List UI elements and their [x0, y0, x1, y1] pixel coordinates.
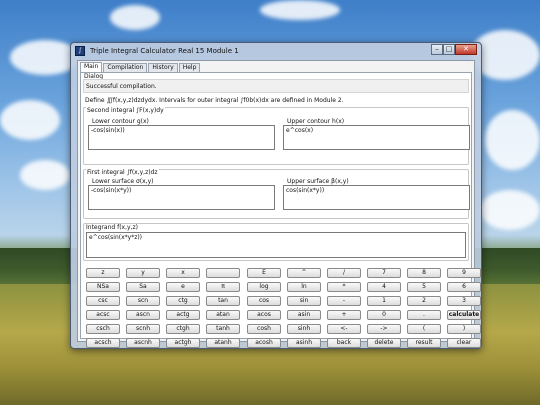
key-2-button[interactable]: 2	[407, 296, 441, 306]
key-asin-button[interactable]: asin	[287, 310, 321, 320]
lower-surface-label: Lower surface σ(x,y)	[92, 178, 154, 185]
key-decimal-point-button[interactable]: .	[407, 310, 441, 320]
upper-contour-label: Upper contour h(x)	[287, 118, 345, 125]
cloud	[0, 100, 60, 140]
key-csc-button[interactable]: csc	[86, 296, 120, 306]
client-area: Main Compilation History Help Dialog Suc…	[77, 60, 481, 348]
key-log-button[interactable]: log	[247, 282, 281, 292]
close-button[interactable]: ✕	[455, 44, 477, 55]
key-ascnh-button[interactable]: ascnh	[126, 338, 160, 348]
key-ln-button[interactable]: ln	[287, 282, 321, 292]
key-back-button[interactable]: back	[327, 338, 361, 348]
key-tan-button[interactable]: tan	[206, 296, 240, 306]
key-8-button[interactable]: 8	[407, 268, 441, 278]
key-asinh-button[interactable]: asinh	[287, 338, 321, 348]
key-atanh-button[interactable]: atanh	[206, 338, 240, 348]
key-acosh-button[interactable]: acosh	[247, 338, 281, 348]
first-integral-label: First integral ∫f(x,y,z)dz	[86, 169, 159, 176]
key-tanh-button[interactable]: tanh	[206, 324, 240, 334]
cloud	[20, 160, 70, 190]
lower-contour-label: Lower contour g(x)	[92, 118, 149, 125]
key-pi-button[interactable]: π	[206, 282, 240, 292]
key-delete-button[interactable]: delete	[367, 338, 401, 348]
dialog-box: Successful compilation.	[83, 79, 469, 93]
calculator-window: ∫ Triple Integral Calculator Real 15 Mod…	[70, 42, 482, 349]
upper-surface-field[interactable]: cos(sin(x*y))	[283, 185, 470, 210]
minimize-button[interactable]: –	[431, 44, 443, 55]
key-divide-button[interactable]: /	[327, 268, 361, 278]
key-5-button[interactable]: 5	[407, 282, 441, 292]
integrand-group: Integrand f(x,y,z) e^cos(sin(x*y*z))	[83, 223, 469, 261]
key-e-button[interactable]: e	[166, 282, 200, 292]
key-power-button[interactable]: ^	[287, 268, 321, 278]
key-ascn-button[interactable]: ascn	[126, 310, 160, 320]
key-1-button[interactable]: 1	[367, 296, 401, 306]
window-title: Triple Integral Calculator Real 15 Modul…	[90, 47, 239, 55]
second-integral-label: Second integral ∫F(x,y)dy	[86, 107, 165, 114]
key-scn-button[interactable]: scn	[126, 296, 160, 306]
key-ctg-button[interactable]: ctg	[166, 296, 200, 306]
app-icon: ∫	[75, 46, 85, 56]
tab-help[interactable]: Help	[178, 63, 201, 72]
cloud	[260, 0, 340, 20]
key-multiply-button[interactable]: *	[327, 282, 361, 292]
key-7-button[interactable]: 7	[367, 268, 401, 278]
key-cursor-right-button[interactable]: ->	[367, 324, 401, 334]
cloud	[480, 190, 540, 230]
define-instructions: Define ∭f(x,y,z)dzdydx. Intervals for ou…	[85, 97, 344, 104]
key-e-button[interactable]: E	[247, 268, 281, 278]
key-close-paren-button[interactable]: )	[447, 324, 481, 334]
main-panel: Dialog Successful compilation. Define ∭f…	[80, 72, 481, 348]
key-cursor-left-button[interactable]: <-	[327, 324, 361, 334]
key-acos-button[interactable]: acos	[247, 310, 281, 320]
cloud	[485, 110, 540, 170]
cloud	[110, 5, 160, 30]
key-cosh-button[interactable]: cosh	[247, 324, 281, 334]
key-9-button[interactable]: 9	[447, 268, 481, 278]
key-blank-button[interactable]	[206, 268, 240, 278]
key-clear-button[interactable]: clear	[447, 338, 481, 348]
key-atan-button[interactable]: atan	[206, 310, 240, 320]
key-0-button[interactable]: 0	[367, 310, 401, 320]
key-nsa-button[interactable]: NSa	[86, 282, 120, 292]
tab-history[interactable]: History	[148, 63, 178, 72]
key-3-button[interactable]: 3	[447, 296, 481, 306]
tab-main[interactable]: Main	[80, 62, 103, 72]
lower-contour-field[interactable]: -cos(sin(x))	[88, 125, 275, 150]
tab-compilation[interactable]: Compilation	[103, 63, 148, 72]
key-6-button[interactable]: 6	[447, 282, 481, 292]
key-sinh-button[interactable]: sinh	[287, 324, 321, 334]
key-z-button[interactable]: z	[86, 268, 120, 278]
integrand-label: Integrand f(x,y,z)	[86, 224, 138, 231]
maximize-button[interactable]: □	[443, 44, 455, 55]
key-ctgh-button[interactable]: ctgh	[166, 324, 200, 334]
status-message: Successful compilation.	[86, 83, 157, 90]
key-actgh-button[interactable]: actgh	[166, 338, 200, 348]
key-sa-button[interactable]: Sa	[126, 282, 160, 292]
key-4-button[interactable]: 4	[367, 282, 401, 292]
second-integral-group: Second integral ∫F(x,y)dy Lower contour …	[83, 107, 470, 165]
key-acsch-button[interactable]: acsch	[86, 338, 120, 348]
upper-surface-label: Upper surface β(x,y)	[287, 178, 349, 185]
key-csch-button[interactable]: csch	[86, 324, 120, 334]
key-scnh-button[interactable]: scnh	[126, 324, 160, 334]
key-actg-button[interactable]: actg	[166, 310, 200, 320]
title-bar[interactable]: ∫ Triple Integral Calculator Real 15 Mod…	[71, 43, 481, 59]
first-integral-group: First integral ∫f(x,y,z)dz Lower surface…	[83, 169, 470, 219]
key-x-button[interactable]: x	[166, 268, 200, 278]
key-calculate-button[interactable]: calculate	[447, 310, 481, 320]
key-y-button[interactable]: y	[126, 268, 160, 278]
integrand-field[interactable]: e^cos(sin(x*y*z))	[86, 232, 466, 258]
key-acsc-button[interactable]: acsc	[86, 310, 120, 320]
key-result-button[interactable]: result	[407, 338, 441, 348]
key-cos-button[interactable]: cos	[247, 296, 281, 306]
upper-contour-field[interactable]: e^cos(x)	[283, 125, 470, 150]
lower-surface-field[interactable]: -cos(sin(x*y))	[88, 185, 275, 210]
key-plus-button[interactable]: +	[327, 310, 361, 320]
key-sin-button[interactable]: sin	[287, 296, 321, 306]
key-open-paren-button[interactable]: (	[407, 324, 441, 334]
key-minus-button[interactable]: -	[327, 296, 361, 306]
tab-bar: Main Compilation History Help	[80, 62, 201, 72]
